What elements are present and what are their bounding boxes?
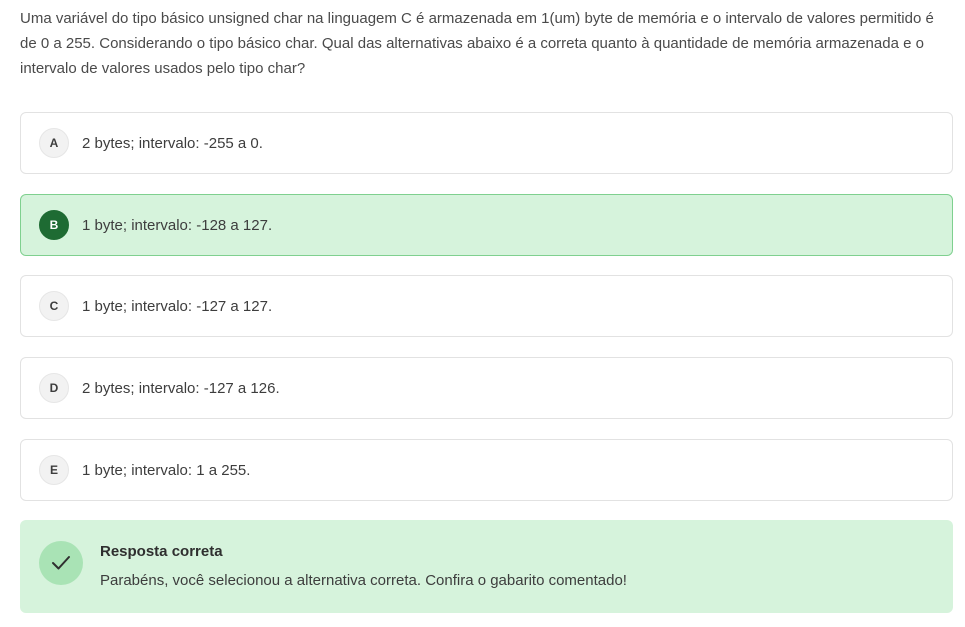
- feedback-title: Resposta correta: [100, 543, 223, 560]
- option-c[interactable]: C 1 byte; intervalo: -127 a 127.: [20, 275, 953, 337]
- feedback-panel: Resposta correta Parabéns, você selecion…: [20, 520, 953, 613]
- option-text: 1 byte; intervalo: -128 a 127.: [82, 216, 273, 234]
- option-text: 2 bytes; intervalo: -255 a 0.: [82, 134, 263, 152]
- option-e[interactable]: E 1 byte; intervalo: 1 a 255.: [20, 439, 953, 501]
- option-letter: E: [39, 455, 69, 485]
- option-letter: A: [39, 128, 69, 158]
- question-text: Uma variável do tipo básico unsigned cha…: [20, 10, 934, 77]
- check-icon: [39, 541, 83, 585]
- option-text: 1 byte; intervalo: 1 a 255.: [82, 461, 251, 479]
- option-letter: B: [39, 210, 69, 240]
- option-b[interactable]: B 1 byte; intervalo: -128 a 127.: [20, 194, 953, 256]
- question-card: Uma variável do tipo básico unsigned cha…: [0, 0, 965, 627]
- option-d[interactable]: D 2 bytes; intervalo: -127 a 126.: [20, 357, 953, 419]
- option-letter: C: [39, 291, 69, 321]
- option-text: 2 bytes; intervalo: -127 a 126.: [82, 379, 280, 397]
- option-a[interactable]: A 2 bytes; intervalo: -255 a 0.: [20, 112, 953, 174]
- option-text: 1 byte; intervalo: -127 a 127.: [82, 297, 273, 315]
- feedback-message: Parabéns, você selecionou a alternativa …: [100, 572, 627, 589]
- option-letter: D: [39, 373, 69, 403]
